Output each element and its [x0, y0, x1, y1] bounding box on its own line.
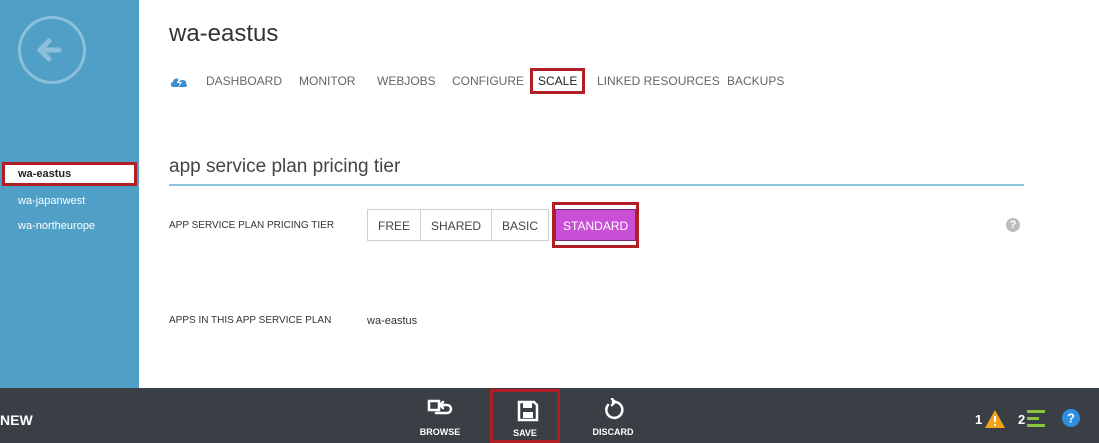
save-icon	[517, 400, 539, 422]
sidebar: wa-eastus wa-japanwest wa-northeurope	[0, 0, 139, 388]
sidebar-item-label: wa-japanwest	[18, 195, 86, 207]
help-circle-icon[interactable]: ?	[1061, 408, 1081, 428]
browse-icon	[427, 399, 453, 415]
pricing-tier-label: APP SERVICE PLAN PRICING TIER	[169, 220, 335, 231]
notification-icon[interactable]	[1027, 410, 1047, 428]
tier-standard-highlight: STANDARD	[552, 202, 640, 248]
sidebar-item-wa-japanwest[interactable]: wa-japanwest	[0, 189, 139, 213]
warning-icon[interactable]	[984, 409, 1006, 429]
discard-button[interactable]: DISCARD	[583, 388, 643, 443]
tab-webjobs[interactable]: WEBJOBS	[377, 72, 436, 90]
discard-icon	[605, 398, 624, 420]
tier-basic-button[interactable]: BASIC	[491, 209, 550, 241]
tier-shared-button[interactable]: SHARED	[420, 209, 493, 241]
sidebar-item-wa-eastus[interactable]: wa-eastus	[2, 162, 137, 186]
apps-in-plan-label: APPS IN THIS APP SERVICE PLAN	[169, 315, 332, 326]
sidebar-item-wa-northeurope[interactable]: wa-northeurope	[0, 214, 139, 238]
main-content: wa-eastus DASHBOARD MONITOR WEBJOBS CONF…	[139, 0, 1099, 388]
tab-scale[interactable]: SCALE	[530, 68, 586, 94]
tab-configure[interactable]: CONFIGURE	[452, 72, 524, 90]
back-button[interactable]	[18, 16, 86, 84]
discard-label: DISCARD	[592, 427, 634, 437]
svg-text:?: ?	[1067, 411, 1075, 426]
apps-in-plan-value: wa-eastus	[367, 315, 418, 327]
help-icon[interactable]: ?	[1006, 218, 1020, 232]
sidebar-item-label: wa-eastus	[18, 168, 72, 180]
notification-count[interactable]: 2	[1018, 412, 1025, 427]
tab-linked-resources[interactable]: LINKED RESOURCES	[597, 72, 720, 90]
tier-free-button[interactable]: FREE	[367, 209, 422, 241]
new-button[interactable]: NEW	[0, 412, 33, 428]
save-button[interactable]: SAVE	[490, 389, 560, 443]
tab-monitor[interactable]: MONITOR	[299, 72, 355, 90]
section-title: app service plan pricing tier	[169, 156, 401, 177]
page-title: wa-eastus	[169, 20, 279, 47]
back-arrow-icon	[37, 38, 62, 62]
save-label: SAVE	[513, 428, 537, 438]
sidebar-item-label: wa-northeurope	[18, 220, 96, 232]
tab-backups[interactable]: BACKUPS	[727, 72, 784, 90]
cloud-lightning-icon	[170, 78, 188, 88]
browse-button[interactable]: BROWSE	[410, 388, 470, 443]
tab-dashboard[interactable]: DASHBOARD	[206, 72, 282, 90]
section-divider	[169, 184, 1024, 186]
browse-label: BROWSE	[419, 427, 461, 437]
pricing-tier-selector: FREE SHARED BASIC STANDARD	[367, 202, 640, 248]
tier-standard-button[interactable]: STANDARD	[555, 209, 637, 241]
command-bar: NEW BROWSE SAVE DISCARD 1 2 ?	[0, 388, 1099, 443]
warning-count[interactable]: 1	[975, 412, 982, 427]
